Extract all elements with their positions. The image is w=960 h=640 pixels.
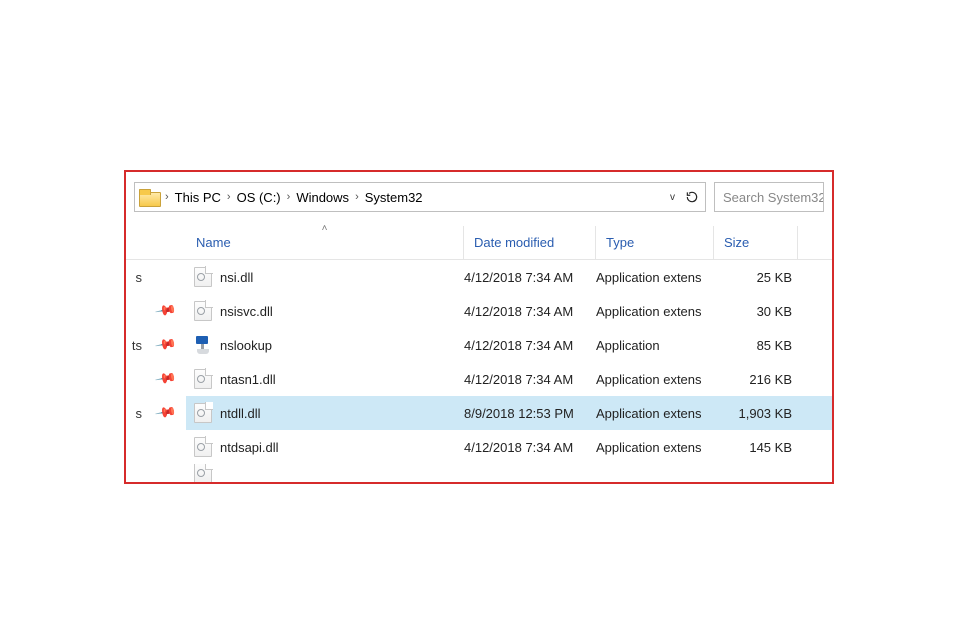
nav-fragment: s [136, 406, 143, 421]
nav-fragment: s [136, 270, 143, 285]
file-list: nsi.dll 4/12/2018 7:34 AM Application ex… [186, 260, 832, 482]
file-name: nsisvc.dll [220, 304, 273, 319]
pin-icon[interactable]: 📌 [153, 367, 177, 391]
search-placeholder: Search System32 [723, 190, 824, 205]
file-name: ntasn1.dll [220, 372, 276, 387]
file-name: nslookup [220, 338, 272, 353]
application-icon [194, 335, 212, 355]
address-bar[interactable]: › This PC › OS (C:) › Windows › System32… [134, 182, 706, 212]
search-input[interactable]: Search System32 [714, 182, 824, 212]
column-type-label: Type [606, 235, 634, 250]
nav-fragment: ts [132, 338, 142, 353]
chevron-right-icon[interactable]: › [287, 191, 291, 203]
file-name: nsi.dll [220, 270, 253, 285]
file-size: 30 KB [714, 304, 798, 319]
chevron-right-icon[interactable]: › [355, 191, 359, 203]
chevron-right-icon[interactable]: › [227, 191, 231, 203]
column-date-label: Date modified [474, 235, 554, 250]
file-row-partial[interactable] [186, 464, 832, 482]
pin-icon[interactable]: 📌 [153, 299, 177, 323]
file-type: Application extens [596, 270, 714, 285]
sort-asc-icon: ˄ [322, 223, 328, 234]
column-date[interactable]: Date modified [464, 226, 596, 259]
chevron-right-icon[interactable]: › [165, 191, 169, 203]
file-row[interactable]: nsi.dll 4/12/2018 7:34 AM Application ex… [186, 260, 832, 294]
file-type: Application extens [596, 440, 714, 455]
column-name-label: Name [196, 235, 231, 250]
dll-icon [194, 403, 212, 423]
file-row[interactable]: ntdsapi.dll 4/12/2018 7:34 AM Applicatio… [186, 430, 832, 464]
file-type: Application [596, 338, 714, 353]
file-row-selected[interactable]: ntdll.dll 8/9/2018 12:53 PM Application … [186, 396, 832, 430]
file-row[interactable]: ntasn1.dll 4/12/2018 7:34 AM Application… [186, 362, 832, 396]
dll-icon [194, 267, 212, 287]
nav-pane-edge: s 📌 ts 📌 📌 s 📌 [126, 260, 186, 482]
dll-icon [194, 369, 212, 389]
file-date: 4/12/2018 7:34 AM [464, 440, 596, 455]
column-type[interactable]: Type [596, 226, 714, 259]
file-row[interactable]: nsisvc.dll 4/12/2018 7:34 AM Application… [186, 294, 832, 328]
address-tail: v [670, 190, 699, 204]
nav-header-spacer [126, 226, 186, 259]
file-size: 1,903 KB [714, 406, 798, 421]
pin-icon[interactable]: 📌 [153, 333, 177, 357]
file-date: 4/12/2018 7:34 AM [464, 372, 596, 387]
file-size: 216 KB [714, 372, 798, 387]
dll-icon [194, 437, 212, 457]
crumb-windows[interactable]: Windows [296, 190, 349, 205]
file-size: 85 KB [714, 338, 798, 353]
file-row[interactable]: nslookup 4/12/2018 7:34 AM Application 8… [186, 328, 832, 362]
refresh-icon[interactable] [685, 190, 699, 204]
dll-icon [194, 464, 212, 482]
file-name: ntdsapi.dll [220, 440, 279, 455]
file-size: 25 KB [714, 270, 798, 285]
column-size[interactable]: Size [714, 226, 798, 259]
file-name: ntdll.dll [220, 406, 260, 421]
file-type: Application extens [596, 304, 714, 319]
body: s 📌 ts 📌 📌 s 📌 nsi.dll 4/12/2018 7:34 AM… [126, 260, 832, 482]
column-size-label: Size [724, 235, 749, 250]
file-type: Application extens [596, 372, 714, 387]
file-type: Application extens [596, 406, 714, 421]
folder-icon [139, 189, 159, 205]
file-date: 4/12/2018 7:34 AM [464, 338, 596, 353]
file-date: 4/12/2018 7:34 AM [464, 270, 596, 285]
column-headers: Name ˄ Date modified Type Size [126, 226, 832, 260]
pin-icon[interactable]: 📌 [153, 401, 177, 425]
file-date: 4/12/2018 7:34 AM [464, 304, 596, 319]
address-row: › This PC › OS (C:) › Windows › System32… [134, 182, 824, 212]
explorer-window: › This PC › OS (C:) › Windows › System32… [124, 170, 834, 484]
dll-icon [194, 301, 212, 321]
crumb-os-c[interactable]: OS (C:) [237, 190, 281, 205]
history-dropdown-icon[interactable]: v [670, 192, 675, 203]
breadcrumb: › This PC › OS (C:) › Windows › System32 [165, 190, 670, 205]
file-date: 8/9/2018 12:53 PM [464, 406, 596, 421]
file-size: 145 KB [714, 440, 798, 455]
crumb-system32[interactable]: System32 [365, 190, 423, 205]
column-name[interactable]: Name ˄ [186, 226, 464, 259]
crumb-this-pc[interactable]: This PC [175, 190, 221, 205]
